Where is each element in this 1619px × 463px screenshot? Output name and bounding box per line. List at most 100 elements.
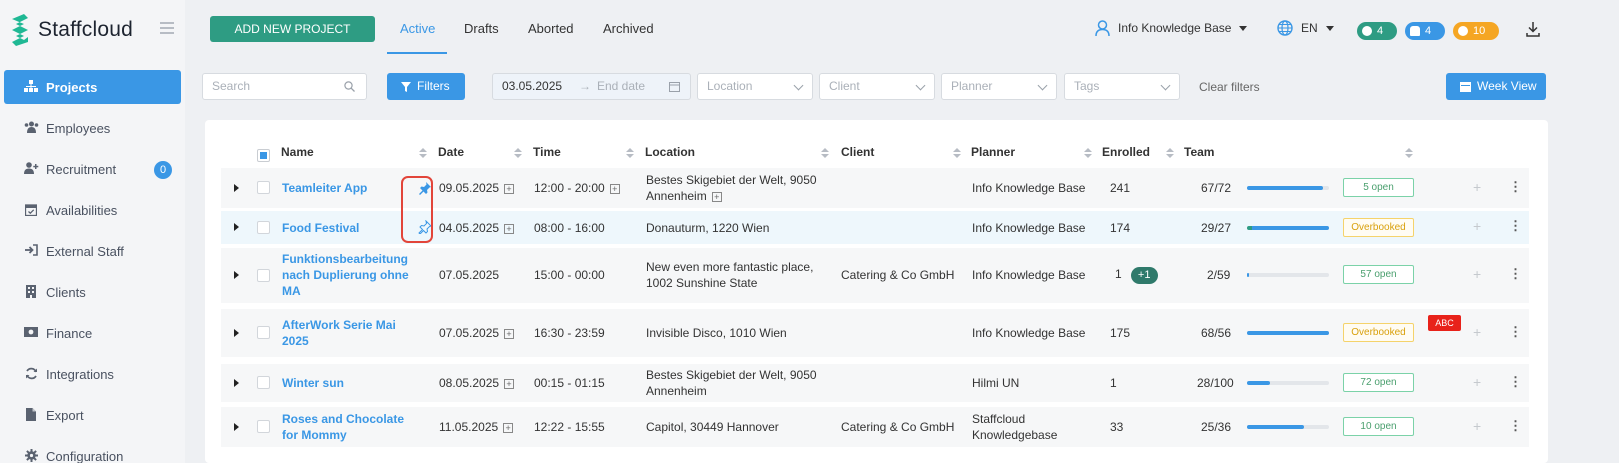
row-checkbox[interactable]	[257, 181, 270, 194]
sort-icon[interactable]	[419, 148, 427, 158]
sort-icon[interactable]	[1166, 148, 1174, 158]
plus-square-icon[interactable]: +	[609, 183, 620, 194]
expand-row-icon[interactable]	[234, 379, 239, 387]
language-selector[interactable]: EN	[1277, 20, 1334, 36]
select-all-checkbox[interactable]	[257, 149, 270, 162]
sort-icon[interactable]	[626, 148, 634, 158]
plus-square-icon[interactable]: +	[504, 183, 515, 194]
table-row[interactable]: Roses and Chocolate for Mommy 11.05.2025…	[221, 407, 1529, 447]
expand-row-icon[interactable]	[234, 271, 239, 279]
sidebar-item-employees[interactable]: Employees	[4, 111, 181, 145]
arrow-right-icon: →	[579, 79, 591, 93]
extra-enrolled-badge[interactable]: +1	[1130, 267, 1158, 284]
header-name[interactable]: Name	[281, 145, 314, 159]
more-options-icon[interactable]: ⋮	[1509, 418, 1522, 434]
add-new-project-button[interactable]: ADD NEW PROJECT	[210, 16, 375, 42]
chat-notifications-pill[interactable]: 4	[1357, 22, 1397, 40]
sidebar-item-availabilities[interactable]: Availabilities	[4, 193, 181, 227]
expand-row-icon[interactable]	[234, 423, 239, 431]
project-name-link[interactable]: Winter sun	[282, 375, 344, 391]
project-name-link[interactable]: Funktionsbearbeitung	[282, 251, 408, 267]
add-icon[interactable]: +	[1473, 374, 1481, 390]
header-time[interactable]: Time	[533, 145, 561, 159]
project-name-link[interactable]: Teamleiter App	[282, 180, 367, 196]
plus-square-icon[interactable]: +	[504, 378, 515, 389]
sort-icon[interactable]	[1405, 148, 1413, 158]
table-row[interactable]: Winter sun 08.05.2025 + 00:15 - 01:15 Bes…	[221, 364, 1529, 402]
add-icon[interactable]: +	[1473, 418, 1481, 434]
sidebar-item-export[interactable]: Export	[4, 398, 181, 432]
header-planner[interactable]: Planner	[971, 145, 1015, 159]
main-content: Search Filters 03.05.2025 → End date Loc…	[185, 58, 1619, 463]
project-name-link[interactable]: Food Festival	[282, 220, 359, 236]
plus-square-icon[interactable]: +	[503, 422, 514, 433]
search-input[interactable]: Search	[202, 73, 367, 100]
table-row[interactable]: Funktionsbearbeitung nach Duplierung ohn…	[221, 248, 1529, 303]
tab-drafts[interactable]: Drafts	[464, 21, 499, 36]
expand-row-icon[interactable]	[234, 329, 239, 337]
more-options-icon[interactable]: ⋮	[1509, 179, 1522, 195]
bell-notifications-pill[interactable]: 4	[1405, 22, 1445, 40]
tags-select[interactable]: Tags	[1064, 73, 1180, 100]
week-view-button[interactable]: Week View	[1446, 73, 1546, 100]
location-select[interactable]: Location	[697, 73, 813, 100]
more-options-icon[interactable]: ⋮	[1509, 374, 1522, 390]
project-name-link-line-2[interactable]: for Mommy	[282, 427, 347, 443]
sort-icon[interactable]	[953, 148, 961, 158]
project-name-link-line-2[interactable]: nach Duplierung ohne	[282, 267, 409, 283]
sort-icon[interactable]	[514, 148, 522, 158]
download-icon[interactable]	[1526, 21, 1540, 37]
tab-aborted[interactable]: Aborted	[528, 21, 574, 36]
header-location[interactable]: Location	[645, 145, 695, 159]
timer-notifications-pill[interactable]: 10	[1453, 22, 1499, 40]
sidebar-item-recruitment[interactable]: Recruitment 0	[4, 152, 181, 186]
client-select[interactable]: Client	[819, 73, 935, 100]
table-row[interactable]: AfterWork Serie Mai 2025 07.05.2025 + 16:…	[221, 309, 1529, 357]
plus-square-icon[interactable]: +	[504, 223, 515, 234]
tab-archived[interactable]: Archived	[603, 21, 654, 36]
sidebar-item-clients[interactable]: Clients	[4, 275, 181, 309]
date-range-picker[interactable]: 03.05.2025 → End date	[492, 73, 691, 100]
user-menu[interactable]: Info Knowledge Base	[1095, 20, 1248, 36]
expand-row-icon[interactable]	[234, 223, 239, 231]
row-checkbox[interactable]	[257, 221, 270, 234]
hamburger-icon[interactable]	[160, 22, 174, 34]
plus-square-icon[interactable]: +	[504, 328, 515, 339]
date-value: 07.05.2025	[439, 326, 500, 340]
more-options-icon[interactable]: ⋮	[1509, 324, 1522, 340]
planner-select[interactable]: Planner	[941, 73, 1057, 100]
add-icon[interactable]: +	[1473, 218, 1481, 234]
expand-row-icon[interactable]	[234, 184, 239, 192]
sidebar-item-external-staff[interactable]: External Staff	[4, 234, 181, 268]
sort-icon[interactable]	[1084, 148, 1092, 158]
header-date[interactable]: Date	[438, 145, 464, 159]
add-icon[interactable]: +	[1473, 179, 1481, 195]
row-checkbox[interactable]	[257, 376, 270, 389]
header-enrolled[interactable]: Enrolled	[1102, 145, 1150, 159]
add-icon[interactable]: +	[1473, 324, 1481, 340]
filters-button[interactable]: Filters	[387, 73, 465, 100]
row-checkbox[interactable]	[257, 269, 270, 282]
project-name-link[interactable]: Roses and Chocolate	[282, 411, 404, 427]
project-name-link[interactable]: AfterWork Serie Mai	[282, 317, 396, 333]
logo[interactable]: Staffcloud	[10, 12, 133, 48]
sidebar-item-integrations[interactable]: Integrations	[4, 357, 181, 391]
row-checkbox[interactable]	[257, 326, 270, 339]
header-client[interactable]: Client	[841, 145, 874, 159]
add-icon[interactable]: +	[1473, 266, 1481, 282]
row-checkbox[interactable]	[257, 420, 270, 433]
sidebar-item-finance[interactable]: Finance	[4, 316, 181, 350]
team-progress-bar	[1247, 425, 1329, 429]
plus-square-icon[interactable]: +	[711, 191, 722, 202]
header-team[interactable]: Team	[1184, 145, 1214, 159]
more-options-icon[interactable]: ⋮	[1509, 218, 1522, 234]
project-name-link-line-2[interactable]: 2025	[282, 333, 309, 349]
sidebar-item-configuration[interactable]: Configuration	[4, 439, 181, 463]
tab-active[interactable]: Active	[400, 21, 435, 36]
sidebar-item-projects[interactable]: Projects	[4, 70, 181, 104]
sort-icon[interactable]	[821, 148, 829, 158]
more-options-icon[interactable]: ⋮	[1509, 266, 1522, 282]
project-name-link-line-3[interactable]: MA	[282, 283, 301, 299]
clear-filters-link[interactable]: Clear filters	[1199, 80, 1260, 94]
sidebar-item-label: Clients	[46, 284, 86, 300]
